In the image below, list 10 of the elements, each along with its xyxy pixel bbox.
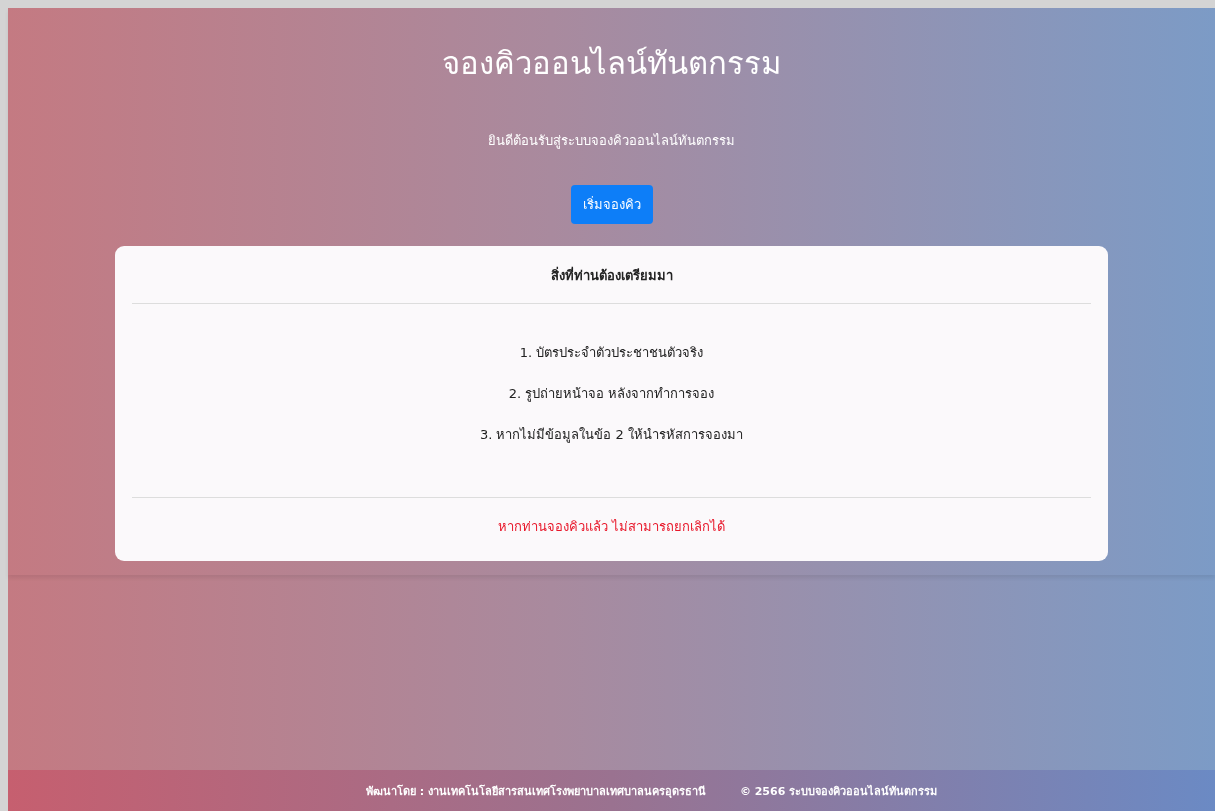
requirement-item: 1. บัตรประจำตัวประชาชนตัวจริง (519, 344, 704, 362)
card-title: สิ่งที่ท่านต้องเตรียมมา (132, 246, 1091, 304)
developer-text: พัฒนาโดย : งานเทคโนโลยีสารสนเทศโรงพยาบาลเทศบาลนครอุดรธานี (365, 783, 706, 800)
copyright-text: © 2566 ระบบจองคิวออนไลน์ทันตกรรม (739, 783, 938, 800)
requirement-item: 2. รูปถ่ายหน้าจอ หลังจากทำการจอง (508, 385, 715, 404)
welcome-text: ยินดีต้อนรับสู่ระบบจองคิวออนไลน์ทันตกรรม (488, 132, 735, 151)
requirement-item: 3. หากไม่มีข้อมูลในข้อ 2 ให้นำรหัสการจองมา (479, 426, 744, 445)
warning-text: หากท่านจองคิวแล้ว ไม่สามารถยกเลิกได้ (497, 518, 726, 536)
start-booking-button[interactable]: เริ่มจองคิว (570, 185, 653, 224)
page-title: จองคิวออนไลน์ทันตกรรม (442, 44, 781, 83)
